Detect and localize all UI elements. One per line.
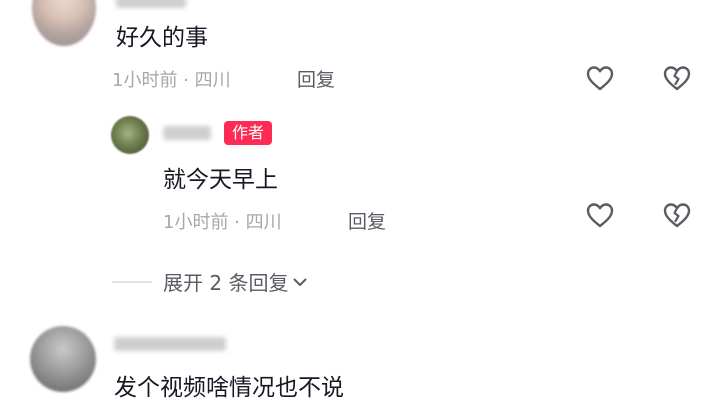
dislike-button[interactable] [662, 64, 692, 92]
username-blurred[interactable] [114, 337, 226, 351]
comment-text: 就今天早上 [163, 167, 278, 193]
reply-button[interactable]: 回复 [297, 65, 335, 92]
broken-heart-icon [663, 203, 691, 228]
avatar[interactable] [30, 326, 96, 392]
broken-heart-icon [663, 66, 691, 91]
comment-time-location: 1小时前 · 四川 [112, 70, 231, 91]
avatar[interactable] [32, 0, 96, 46]
comment-text: 发个视频啥情况也不说 [114, 375, 344, 401]
divider [112, 281, 152, 283]
reply-button[interactable]: 回复 [348, 207, 386, 234]
comment-time-location: 1小时前 · 四川 [163, 212, 282, 233]
username-blurred[interactable] [116, 0, 186, 8]
avatar[interactable] [111, 116, 149, 154]
expand-replies-button[interactable]: 展开 2 条回复 [163, 267, 308, 296]
chevron-down-icon [293, 278, 307, 286]
heart-outline-icon [586, 203, 614, 228]
heart-outline-icon [586, 66, 614, 91]
expand-replies-label: 展开 2 条回复 [163, 271, 289, 295]
username-blurred[interactable] [163, 126, 211, 140]
comment-text: 好久的事 [116, 25, 208, 51]
dislike-button[interactable] [662, 201, 692, 229]
like-button[interactable] [585, 201, 615, 229]
like-button[interactable] [585, 64, 615, 92]
author-badge: 作者 [224, 121, 273, 145]
